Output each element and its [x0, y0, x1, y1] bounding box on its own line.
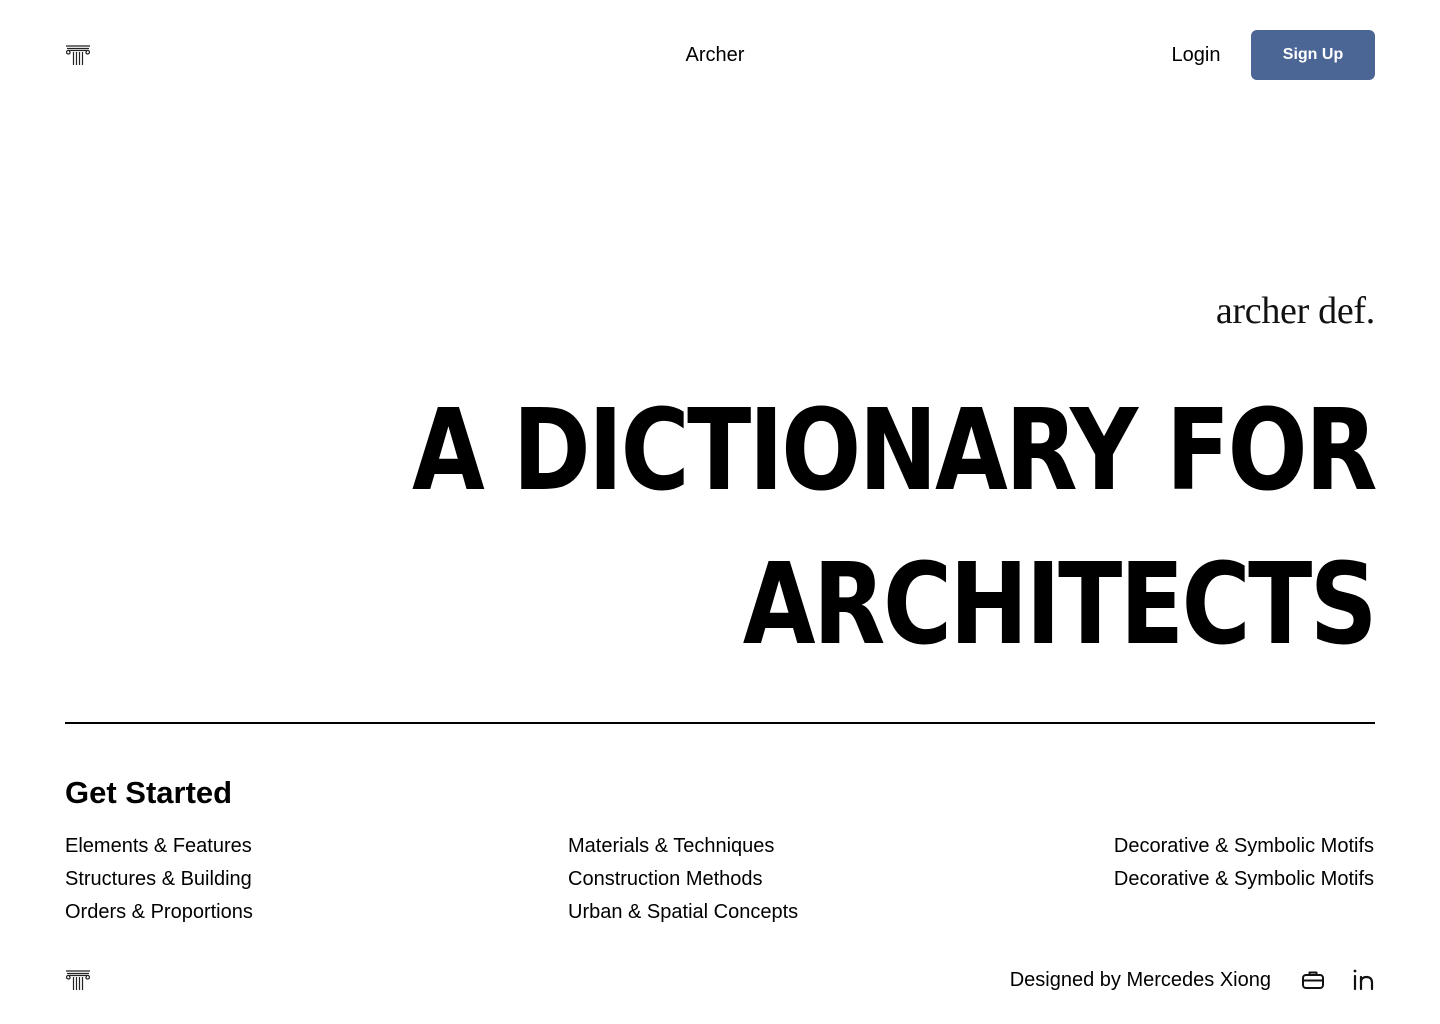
category-column-1: Elements & Features Structures & Buildin… [65, 830, 253, 929]
category-link-orders-proportions[interactable]: Orders & Proportions [65, 896, 253, 929]
category-column-2: Materials & Techniques Construction Meth… [568, 830, 798, 929]
designer-credit: Designed by Mercedes Xiong [1009, 969, 1271, 991]
category-column-3: Decorative & Symbolic Motifs Decorative … [1114, 830, 1374, 896]
get-started-title: Get Started [65, 775, 233, 810]
hero-title-line-1: A DICTIONARY FOR [412, 386, 1377, 516]
hero-title: A DICTIONARY FOR ARCHITECTS [367, 374, 1378, 682]
category-link-decorative-motifs-2[interactable]: Decorative & Symbolic Motifs [1114, 863, 1374, 896]
briefcase-icon[interactable] [1300, 967, 1326, 993]
section-divider [65, 722, 1375, 724]
landing-page: Archer Login Sign Up archer def. A DICTI… [0, 0, 1440, 1024]
category-link-urban-spatial[interactable]: Urban & Spatial Concepts [568, 896, 798, 929]
linkedin-icon[interactable] [1351, 967, 1377, 993]
login-link[interactable]: Login [1165, 43, 1227, 67]
category-link-decorative-motifs[interactable]: Decorative & Symbolic Motifs [1114, 830, 1374, 863]
category-link-materials-techniques[interactable]: Materials & Techniques [568, 830, 798, 863]
category-link-elements-features[interactable]: Elements & Features [65, 830, 253, 863]
category-link-structures-building[interactable]: Structures & Building [65, 863, 253, 896]
column-capital-icon[interactable] [65, 969, 91, 991]
hero-tagline: archer def. [1215, 290, 1375, 332]
hero-title-line-2: ARCHITECTS [742, 540, 1378, 670]
sign-up-button[interactable]: Sign Up [1251, 30, 1375, 80]
category-link-construction-methods[interactable]: Construction Methods [568, 863, 798, 896]
